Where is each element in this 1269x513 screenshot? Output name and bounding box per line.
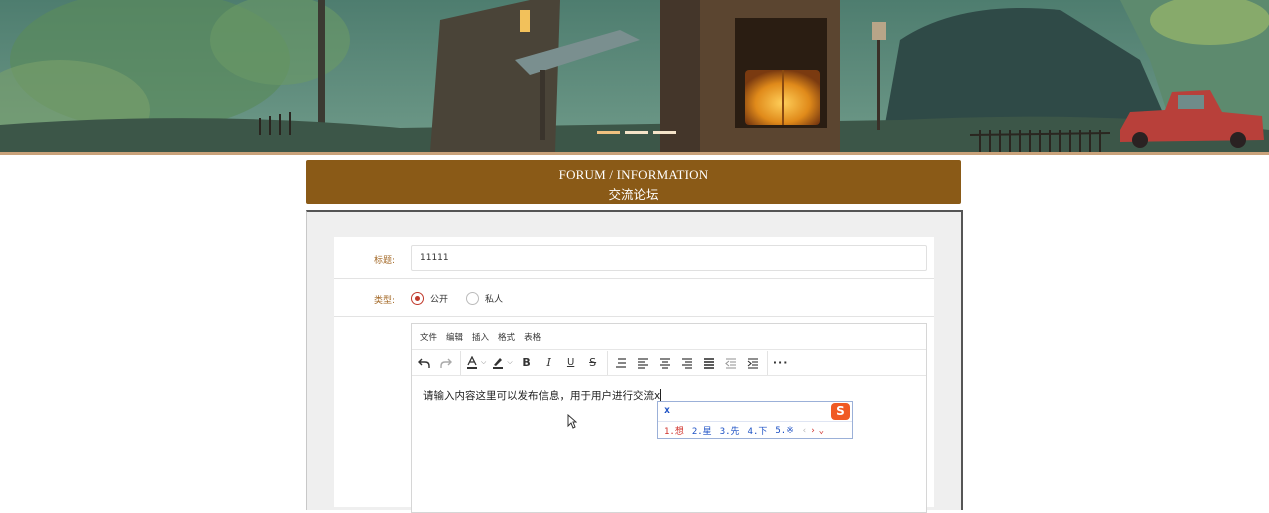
menu-format[interactable]: 格式 bbox=[498, 331, 515, 343]
undo-icon bbox=[418, 358, 430, 368]
indent-button[interactable] bbox=[745, 353, 761, 373]
ime-input-text: x bbox=[664, 405, 671, 416]
align-right-icon bbox=[681, 357, 692, 369]
underline-button[interactable]: U bbox=[563, 353, 579, 373]
carousel-dot[interactable] bbox=[625, 131, 648, 134]
text-color-button[interactable]: ⌵ bbox=[466, 353, 486, 373]
ime-candidate[interactable]: 4.下 bbox=[748, 424, 768, 437]
radio-label: 私人 bbox=[485, 295, 504, 305]
editor-text: 请输入内容这里可以发布信息，用于用户进行交流x bbox=[423, 390, 661, 402]
ime-popup: x S 1.想 2.星 3.先 4.下 5.※ ‹ › ⌄ bbox=[657, 401, 853, 439]
align-center-button[interactable] bbox=[657, 353, 673, 373]
banner-image bbox=[0, 0, 1269, 152]
chevron-right-icon[interactable]: › bbox=[810, 426, 815, 436]
strikethrough-button[interactable]: S bbox=[585, 353, 601, 373]
highlight-icon bbox=[493, 358, 504, 369]
row-divider bbox=[334, 316, 934, 317]
ime-candidate[interactable]: 2.星 bbox=[692, 424, 712, 437]
align-justify-button[interactable] bbox=[701, 353, 717, 373]
undo-button[interactable] bbox=[416, 353, 432, 373]
ime-candidate-list: 1.想 2.星 3.先 4.下 5.※ ‹ › ⌄ bbox=[658, 421, 852, 439]
strikethrough-icon: S bbox=[589, 356, 597, 369]
editor-menubar: 文件 编辑 插入 格式 表格 bbox=[412, 324, 926, 350]
title-label: 标题: bbox=[374, 256, 396, 266]
banner-divider bbox=[0, 152, 1269, 155]
italic-button[interactable]: I bbox=[541, 353, 557, 373]
radio-label: 公开 bbox=[430, 295, 449, 305]
row-divider bbox=[334, 278, 934, 279]
mouse-pointer-icon bbox=[567, 414, 577, 429]
italic-icon: I bbox=[546, 356, 551, 369]
ime-candidate[interactable]: 5.※ bbox=[775, 426, 793, 436]
more-button[interactable]: ··· bbox=[773, 353, 789, 373]
align-center-icon bbox=[659, 357, 670, 369]
section-title-cn: 交流论坛 bbox=[608, 187, 659, 202]
title-input[interactable]: 11111 bbox=[411, 245, 927, 271]
radio-circle-icon bbox=[411, 292, 424, 305]
outdent-button[interactable] bbox=[723, 353, 739, 373]
indent-icon bbox=[747, 357, 758, 369]
chevron-left-icon[interactable]: ‹ bbox=[802, 426, 807, 436]
bold-icon: B bbox=[522, 356, 531, 369]
type-radio-public[interactable]: 公开 bbox=[411, 292, 448, 305]
sogou-logo-icon: S bbox=[831, 403, 850, 420]
list-icon bbox=[615, 357, 626, 368]
ime-candidate[interactable]: 1.想 bbox=[664, 424, 684, 437]
editor-toolbar: ⌵ ⌵ B I U S ··· bbox=[412, 350, 926, 376]
text-color-icon bbox=[467, 356, 477, 369]
align-left-icon bbox=[637, 357, 648, 369]
redo-icon bbox=[440, 358, 452, 368]
list-button[interactable] bbox=[613, 353, 629, 373]
menu-edit[interactable]: 编辑 bbox=[446, 331, 463, 343]
chevron-down-icon: ⌵ bbox=[507, 358, 513, 366]
toolbar-separator bbox=[606, 350, 608, 375]
text-caret bbox=[660, 389, 662, 401]
ime-candidate[interactable]: 3.先 bbox=[720, 424, 740, 437]
bold-button[interactable]: B bbox=[519, 353, 535, 373]
menu-file[interactable]: 文件 bbox=[420, 331, 437, 343]
carousel-dot[interactable] bbox=[653, 131, 676, 134]
chevron-down-icon[interactable]: ⌄ bbox=[819, 426, 824, 436]
menu-table[interactable]: 表格 bbox=[524, 331, 541, 343]
carousel-dot[interactable] bbox=[597, 131, 620, 134]
underline-icon: U bbox=[566, 357, 575, 368]
highlight-color-button[interactable]: ⌵ bbox=[492, 353, 513, 373]
type-label: 类型: bbox=[374, 296, 396, 306]
section-header: FORUM / INFORMATION 交流论坛 bbox=[306, 160, 961, 204]
section-title-en: FORUM / INFORMATION bbox=[558, 167, 709, 182]
more-icon: ··· bbox=[772, 356, 789, 369]
type-radio-private[interactable]: 私人 bbox=[466, 292, 503, 305]
align-justify-icon bbox=[703, 357, 714, 369]
menu-insert[interactable]: 插入 bbox=[472, 331, 489, 343]
chevron-down-icon: ⌵ bbox=[481, 358, 487, 366]
ime-nav: ‹ › ⌄ bbox=[802, 426, 824, 436]
carousel-dots bbox=[597, 131, 676, 134]
radio-circle-icon bbox=[466, 292, 479, 305]
redo-button[interactable] bbox=[438, 353, 454, 373]
toolbar-separator bbox=[460, 350, 461, 375]
align-left-button[interactable] bbox=[635, 353, 651, 373]
toolbar-separator bbox=[766, 350, 768, 375]
align-right-button[interactable] bbox=[679, 353, 695, 373]
outdent-icon bbox=[724, 357, 736, 369]
